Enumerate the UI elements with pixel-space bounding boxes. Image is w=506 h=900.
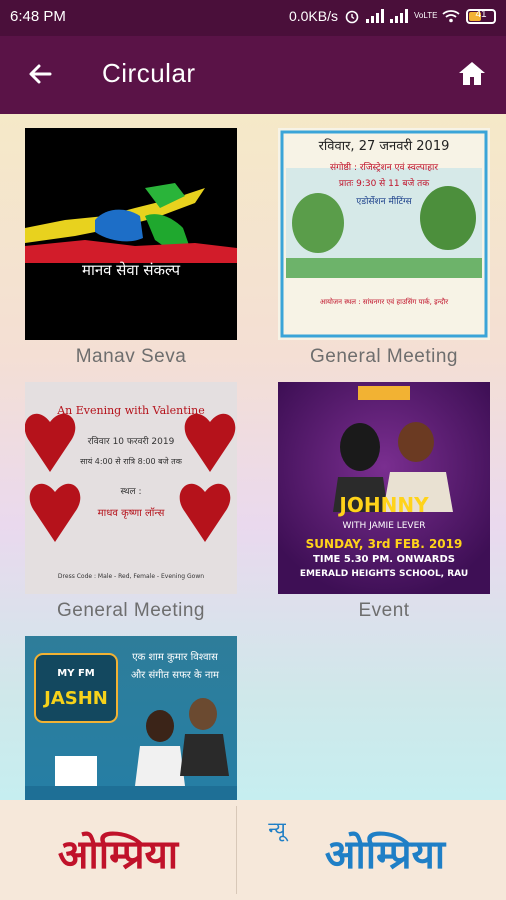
new-omprriya-logo-text: ओम्प्रिया [325, 831, 447, 878]
poster-event-line-1: JOHNNY [337, 493, 429, 517]
status-time: 6:48 PM [10, 8, 66, 25]
circular-card-event[interactable]: JOHNNY WITH JAMIE LEVER SUNDAY, 3rd FEB.… [278, 382, 490, 622]
poster-general-meeting-2[interactable]: An Evening with Valentine रविवार 10 फरवर… [25, 382, 237, 594]
signal-icon-2 [390, 9, 408, 23]
poster-event[interactable]: JOHNNY WITH JAMIE LEVER SUNDAY, 3rd FEB.… [278, 382, 490, 594]
page-title: Circular [102, 58, 196, 88]
poster-event-line-2: WITH JAMIE LEVER [342, 521, 425, 531]
poster-event-line-3: SUNDAY, 3rd FEB. 2019 [306, 537, 463, 551]
circular-card-general-meeting-1[interactable]: रविवार, 27 जनवरी 2019 संगोष्ठी : रजिस्ट्… [278, 128, 490, 368]
poster-gm2-line-4: स्थल : [120, 487, 141, 497]
poster-gm2-line-3: सायं 4:00 से रात्रि 8:00 बजे तक [80, 456, 183, 466]
poster-jashn[interactable]: MY FM JASHN एक शाम कुमार विश्वास और संगी… [25, 636, 237, 800]
circular-card-general-meeting-2[interactable]: An Evening with Valentine रविवार 10 फरवर… [25, 382, 237, 622]
wifi-icon [442, 10, 460, 23]
poster-gm2-line-2: रविवार 10 फरवरी 2019 [88, 435, 175, 447]
circular-card-jashn[interactable]: MY FM JASHN एक शाम कुमार विश्वास और संगी… [25, 636, 237, 800]
volte-icon: VoLTE [414, 11, 438, 20]
card-caption: Event [358, 600, 410, 621]
status-right: 0.0KB/s VoLTE 41 [289, 8, 496, 24]
circular-grid: मानव सेवा संकल्प Manav Seva रविवार, 27 ज… [0, 114, 506, 800]
poster-general-meeting-1[interactable]: रविवार, 27 जनवरी 2019 संगोष्ठी : रजिस्ट्… [278, 128, 490, 340]
status-bar: 6:48 PM 0.0KB/s VoLTE 41 [0, 0, 506, 36]
poster-gm1-line-1: रविवार, 27 जनवरी 2019 [319, 138, 450, 154]
battery-icon: 41 [466, 8, 496, 24]
circular-card-manav-seva[interactable]: मानव सेवा संकल्प Manav Seva [25, 128, 237, 368]
signal-icon-1 [366, 9, 384, 23]
home-icon[interactable] [456, 58, 488, 90]
poster-gm2-line-1: An Evening with Valentine [56, 404, 205, 417]
card-caption: General Meeting [57, 600, 205, 621]
poster-jashn-line-3: एक शाम कुमार विश्वास [132, 651, 218, 663]
poster-gm1-line-4: एडोर्सेशन मीटिंग्स [356, 195, 412, 207]
poster-manav-seva[interactable]: मानव सेवा संकल्प [25, 128, 237, 340]
card-caption: Manav Seva [75, 346, 187, 367]
new-omprriya-prefix: न्यू [268, 817, 289, 842]
omprriya-logo-text: ओम्प्रिया [58, 831, 180, 878]
poster-manav-seva-text: मानव सेवा संकल्प [82, 261, 181, 279]
poster-gm1-line-3: प्रातः 9:30 से 11 बजे तक [339, 177, 430, 189]
poster-jashn-line-1: MY FM [57, 668, 95, 679]
poster-jashn-line-2: JASHN [42, 688, 108, 709]
poster-gm2-line-6: Dress Code : Male - Red, Female - Evenin… [58, 573, 204, 580]
poster-gm1-line-2: संगोष्ठी : रजिस्ट्रेशन एवं स्वल्पाहार [330, 161, 438, 173]
net-speed: 0.0KB/s [288, 8, 338, 24]
poster-event-line-4: TIME 5.30 PM. ONWARDS [313, 554, 455, 565]
app-bar: Circular [0, 36, 506, 114]
poster-jashn-line-4: और संगीत सफर के नाम [131, 669, 220, 681]
poster-gm1-line-5: आयोजन स्थल : सांघनगर एवं हाउसिंग पार्क, … [320, 297, 448, 306]
arrow-left-icon[interactable] [24, 58, 56, 90]
bottom-brand-bar: ओम्प्रिया न्यू ओम्प्रिया [0, 800, 506, 900]
poster-gm2-line-5: माधव कृष्णा लॉन्स [98, 507, 165, 519]
omprriya-logo-button[interactable]: ओम्प्रिया [0, 800, 236, 900]
card-caption: General Meeting [310, 346, 458, 367]
new-omprriya-logo-button[interactable]: न्यू ओम्प्रिया [237, 800, 506, 900]
poster-event-line-5: EMERALD HEIGHTS SCHOOL, RAU [300, 569, 468, 579]
alarm-icon [345, 10, 359, 24]
